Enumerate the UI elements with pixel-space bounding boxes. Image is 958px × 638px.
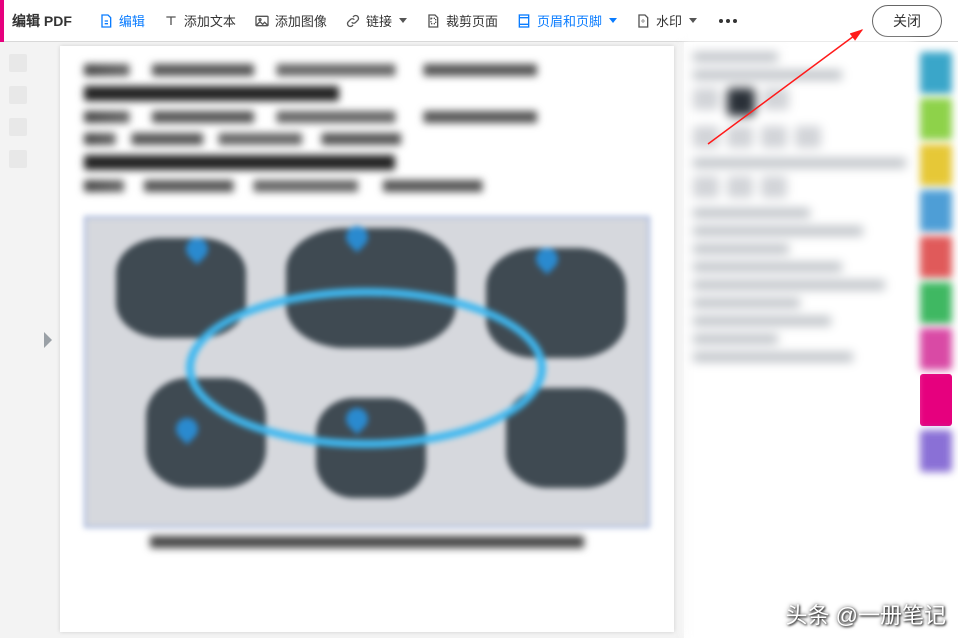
chevron-down-icon <box>399 18 407 23</box>
image-icon <box>254 13 270 29</box>
align-option[interactable] <box>727 126 753 148</box>
rail-item[interactable] <box>9 118 27 136</box>
crop-page-label: 裁剪页面 <box>446 11 498 30</box>
tool-tab[interactable] <box>920 236 952 278</box>
tool-tab[interactable] <box>920 190 952 232</box>
list-option[interactable] <box>761 176 787 198</box>
align-option[interactable] <box>693 126 719 148</box>
add-image-label: 添加图像 <box>275 11 327 30</box>
link-label: 链接 <box>366 11 392 30</box>
document-area <box>0 42 684 638</box>
format-option[interactable] <box>693 88 719 110</box>
tool-tab[interactable] <box>920 282 952 324</box>
tool-tab[interactable] <box>920 430 952 472</box>
tool-tab[interactable] <box>920 328 952 370</box>
add-text-label: 添加文本 <box>184 11 236 30</box>
header-footer-button[interactable]: 页眉和页脚 <box>510 7 623 34</box>
close-button[interactable]: 关闭 <box>872 5 942 37</box>
document-caption <box>150 536 584 548</box>
tool-tab[interactable] <box>920 144 952 186</box>
chevron-down-icon <box>689 18 697 23</box>
rail-item[interactable] <box>9 54 27 72</box>
add-image-button[interactable]: 添加图像 <box>248 7 333 34</box>
crop-page-button[interactable]: 裁剪页面 <box>419 7 504 34</box>
edit-toolbar: 编辑 PDF 编辑 添加文本 添加图像 链接 裁剪页面 页眉 <box>0 0 958 42</box>
tool-tab[interactable] <box>920 98 952 140</box>
workspace <box>0 42 958 638</box>
tool-tab-active[interactable] <box>920 374 952 426</box>
text-T-icon <box>163 13 179 29</box>
list-option[interactable] <box>727 176 753 198</box>
watermark-icon <box>635 13 651 29</box>
more-button[interactable] <box>717 17 739 25</box>
edit-label: 编辑 <box>119 11 145 30</box>
format-option[interactable] <box>763 88 789 110</box>
pdf-page[interactable] <box>60 46 674 632</box>
crop-page-icon <box>425 13 441 29</box>
rail-item[interactable] <box>9 86 27 104</box>
align-option[interactable] <box>795 126 821 148</box>
chevron-down-icon <box>609 18 617 23</box>
link-button[interactable]: 链接 <box>339 7 413 34</box>
list-option[interactable] <box>693 176 719 198</box>
header-footer-icon <box>516 13 532 29</box>
align-option[interactable] <box>761 126 787 148</box>
color-swatch[interactable] <box>727 88 755 116</box>
document-image[interactable] <box>84 216 650 528</box>
add-text-button[interactable]: 添加文本 <box>157 7 242 34</box>
right-tool-rail <box>914 42 958 638</box>
edit-button[interactable]: 编辑 <box>92 7 151 34</box>
watermark-label: 水印 <box>656 11 682 30</box>
panel-expander[interactable] <box>44 332 52 348</box>
link-chain-icon <box>345 13 361 29</box>
toolbar-title: 编辑 PDF <box>12 11 72 31</box>
left-rail <box>0 42 36 168</box>
header-footer-label: 页眉和页脚 <box>537 11 602 30</box>
format-panel <box>684 42 914 638</box>
rail-item[interactable] <box>9 150 27 168</box>
edit-document-icon <box>98 13 114 29</box>
watermark-button[interactable]: 水印 <box>629 7 703 34</box>
document-text-block <box>60 46 674 210</box>
accent-strip <box>0 0 4 42</box>
tool-tab[interactable] <box>920 52 952 94</box>
